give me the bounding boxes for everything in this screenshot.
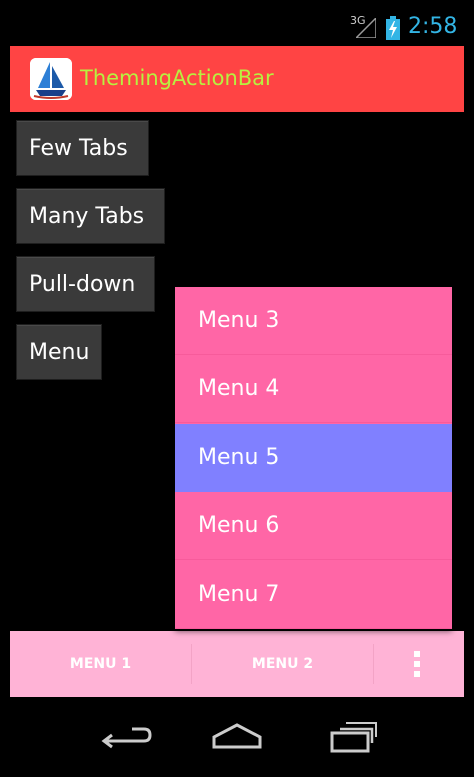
signal-icon: [356, 18, 376, 38]
popup-item-menu-6[interactable]: Menu 6: [175, 492, 452, 560]
popup-item-menu-7[interactable]: Menu 7: [175, 561, 452, 629]
recent-apps-icon[interactable]: [318, 711, 388, 763]
few-tabs-button[interactable]: Few Tabs: [16, 120, 149, 176]
sailboat-icon[interactable]: [30, 58, 72, 100]
many-tabs-button[interactable]: Many Tabs: [16, 188, 165, 244]
popup-menu: Menu 3 Menu 4 Menu 5 Menu 6 Menu 7: [175, 287, 452, 629]
back-icon[interactable]: [88, 711, 158, 763]
home-icon[interactable]: [202, 711, 272, 763]
popup-item-menu-4[interactable]: Menu 4: [175, 355, 452, 423]
navigation-bar: [0, 697, 474, 777]
pull-down-button[interactable]: Pull-down: [16, 256, 155, 312]
popup-item-menu-3[interactable]: Menu 3: [175, 287, 452, 355]
clock: 2:58: [408, 14, 458, 39]
menu-2-action[interactable]: MENU 2: [192, 631, 373, 697]
split-action-bar: MENU 1 MENU 2: [10, 631, 464, 697]
overflow-dot: [414, 661, 420, 667]
app-title: ThemingActionBar: [80, 66, 274, 90]
overflow-dot: [414, 651, 420, 657]
overflow-dot: [414, 671, 420, 677]
menu-1-action[interactable]: MENU 1: [10, 631, 191, 697]
menu-button[interactable]: Menu: [16, 324, 102, 380]
action-bar: ThemingActionBar: [10, 46, 464, 112]
popup-item-menu-5[interactable]: Menu 5: [175, 424, 452, 492]
status-bar: 3G 2:58: [0, 0, 474, 46]
battery-charging-icon: [386, 16, 400, 40]
